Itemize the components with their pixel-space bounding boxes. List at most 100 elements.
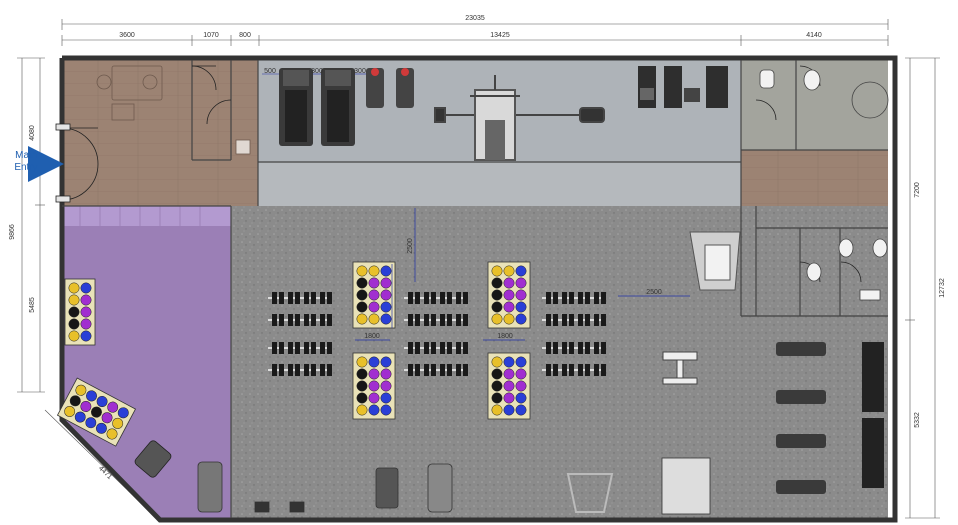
weight-plate: [356, 380, 368, 392]
weight-plate: [515, 289, 527, 301]
dumbbell: [456, 364, 461, 376]
dim-right-total: 12732: [939, 278, 946, 298]
dim-top-seg-4: 13425: [490, 32, 510, 39]
weight-plate: [491, 289, 503, 301]
weight-plate: [68, 294, 80, 306]
weight-plate: [491, 313, 503, 325]
weight-plate: [515, 277, 527, 289]
weight-plate: [503, 277, 515, 289]
weight-plate: [491, 404, 503, 416]
weight-plate: [356, 289, 368, 301]
dumbbell: [304, 364, 309, 376]
dumbbell: [288, 314, 293, 326]
dumbbell: [594, 364, 599, 376]
dumbbell: [578, 314, 583, 326]
dumbbell: [562, 314, 567, 326]
dumbbell: [424, 364, 429, 376]
plate-tree-1: [352, 261, 396, 329]
weight-plate: [368, 301, 380, 313]
dumbbell: [272, 342, 277, 354]
weight-plate: [368, 289, 380, 301]
dim-right-upper: 7200: [914, 182, 921, 198]
weight-plate: [380, 313, 392, 325]
dumbbell: [440, 314, 445, 326]
dumbbell: [272, 292, 277, 304]
weight-plate: [380, 368, 392, 380]
weight-plate: [80, 318, 92, 330]
weight-plate: [503, 392, 515, 404]
dumbbell: [594, 342, 599, 354]
weight-plate: [503, 265, 515, 277]
dim-top-total: 23035: [465, 15, 485, 22]
weight-plate: [68, 282, 80, 294]
plate-tree-4: [487, 352, 531, 420]
dumbbell: [546, 292, 551, 304]
dumbbell: [424, 292, 429, 304]
weight-plate: [491, 356, 503, 368]
dumbbell: [546, 342, 551, 354]
weight-plate: [515, 368, 527, 380]
dim-gap-3: 300: [354, 68, 366, 75]
weight-plate: [356, 301, 368, 313]
dumbbell: [546, 364, 551, 376]
main-entry-label-line1: Main: [15, 150, 37, 161]
dim-top-seg-1: 3600: [119, 32, 135, 39]
weight-plate: [80, 294, 92, 306]
dumbbell: [320, 364, 325, 376]
weight-plate: [356, 313, 368, 325]
weight-plate: [356, 392, 368, 404]
dumbbell: [578, 364, 583, 376]
dim-left-upper: 4080: [29, 125, 36, 141]
weight-plate: [80, 282, 92, 294]
dim-rack-width-2: 1800: [497, 333, 513, 340]
dumbbell: [456, 342, 461, 354]
weight-plate: [368, 380, 380, 392]
dim-rack-gap-left: 2500: [407, 238, 414, 254]
weight-plate: [491, 301, 503, 313]
weight-plate: [503, 289, 515, 301]
weight-plate: [368, 265, 380, 277]
right-dimensions: 7200 12732 5332: [905, 57, 946, 519]
dumbbell: [304, 292, 309, 304]
dumbbell: [594, 314, 599, 326]
dumbbell: [408, 364, 413, 376]
plate-tree-3: [487, 261, 531, 329]
dumbbell: [578, 342, 583, 354]
bike-2: [396, 68, 414, 108]
weight-plate: [80, 306, 92, 318]
weight-plate: [380, 265, 392, 277]
dim-cable-gap: 2500: [646, 289, 662, 296]
dumbbell: [288, 364, 293, 376]
dim-rack-width: 1800: [364, 333, 380, 340]
dumbbell: [272, 314, 277, 326]
weight-plate: [491, 265, 503, 277]
stretch-zone-plate-rack-1: [64, 278, 96, 346]
dumbbell: [456, 314, 461, 326]
dumbbell: [578, 292, 583, 304]
weight-plate: [380, 392, 392, 404]
weight-plate: [356, 277, 368, 289]
weight-plate: [515, 313, 527, 325]
bike-1: [366, 68, 384, 108]
weight-plate: [491, 380, 503, 392]
weight-plate: [503, 356, 515, 368]
treadmill-2: [321, 68, 355, 146]
weight-plate: [491, 277, 503, 289]
weight-plate: [515, 380, 527, 392]
dumbbell: [424, 342, 429, 354]
weight-plate: [368, 313, 380, 325]
dumbbell: [320, 314, 325, 326]
weight-plate: [356, 265, 368, 277]
weight-plate: [368, 277, 380, 289]
gym-floor-plan: 23035 3600 1070 800 13425 4140 9866 4080…: [9, 15, 946, 523]
dim-top-seg-5: 4140: [806, 32, 822, 39]
dumbbell: [272, 364, 277, 376]
dumbbell: [562, 292, 567, 304]
weight-plate: [515, 404, 527, 416]
treadmill-1: [279, 68, 313, 146]
dumbbell: [546, 314, 551, 326]
dim-right-lower: 5332: [914, 412, 921, 428]
dim-left-lower: 5485: [29, 297, 36, 313]
weight-plate: [380, 404, 392, 416]
dumbbell: [288, 292, 293, 304]
